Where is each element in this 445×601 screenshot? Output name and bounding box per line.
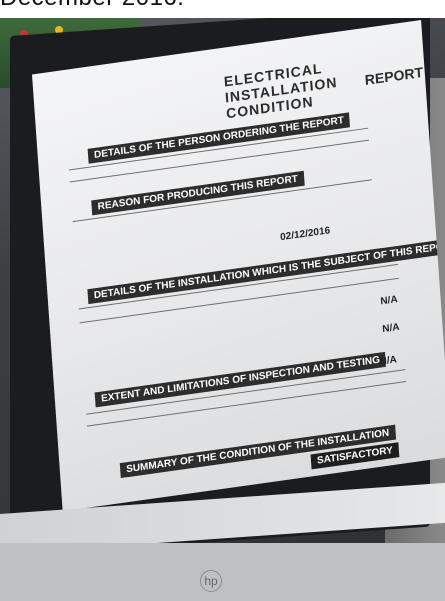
na-value: N/A <box>380 294 398 308</box>
na-value: N/A <box>381 321 400 336</box>
section-a-header: DETAILS OF THE PERSON ORDERING THE REPOR… <box>87 112 351 164</box>
monitor-screen: ELECTRICAL INSTALLATION CONDITION REPORT… <box>32 20 445 512</box>
report-document: ELECTRICAL INSTALLATION CONDITION REPORT… <box>62 29 445 505</box>
section-d-header: EXTENT AND LIMITATIONS OF INSPECTION AND… <box>94 351 387 408</box>
monitor: ELECTRICAL INSTALLATION CONDITION REPORT… <box>10 18 445 557</box>
hp-logo: hp <box>200 570 222 592</box>
na-value: N/A <box>379 354 398 368</box>
photo: ELECTRICAL INSTALLATION CONDITION REPORT… <box>0 18 445 601</box>
monitor-stand <box>0 543 445 601</box>
report-date: 02/12/2016 <box>279 225 331 244</box>
caption: December 2016. <box>0 0 445 18</box>
